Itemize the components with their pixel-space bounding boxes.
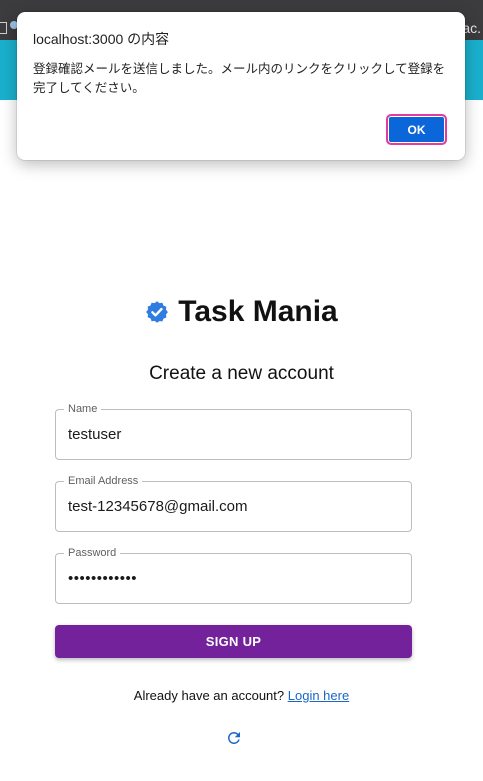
email-field[interactable]: Email Address test-12345678@gmail.com <box>55 474 412 532</box>
password-field-value: •••••••••••• <box>68 570 138 587</box>
dialog-title: localhost:3000 の内容 <box>33 31 170 47</box>
form-heading: Create a new account <box>149 363 334 384</box>
browser-tab-text: ac. <box>462 20 481 36</box>
email-field-value: test-12345678@gmail.com <box>68 498 248 515</box>
brand: Task Mania <box>0 292 483 332</box>
alert-dialog: localhost:3000 の内容 登録確認メールを送信しました。メール内のリ… <box>17 12 465 160</box>
tab-icon <box>0 22 7 34</box>
verified-badge-icon <box>146 301 169 323</box>
email-field-label: Email Address <box>64 474 143 488</box>
login-link[interactable]: Login here <box>288 688 349 703</box>
password-field-label: Password <box>64 546 121 560</box>
dialog-ok-button[interactable]: OK <box>386 114 447 145</box>
login-prompt-text: Already have an account? <box>133 688 285 703</box>
name-field-label: Name <box>64 402 102 416</box>
dialog-message: 登録確認メールを送信しました。メール内のリンクをクリックして登録を完了してくださ… <box>33 62 446 95</box>
name-field[interactable]: Name testuser <box>55 402 412 460</box>
login-prompt: Already have an account? Login here <box>0 688 483 704</box>
sign-up-button[interactable]: SIGN UP <box>55 625 412 658</box>
name-field-value: testuser <box>68 426 122 443</box>
app-title: Task Mania <box>178 295 338 328</box>
password-field[interactable]: Password •••••••••••• <box>55 546 412 604</box>
refresh-icon[interactable] <box>225 729 243 747</box>
